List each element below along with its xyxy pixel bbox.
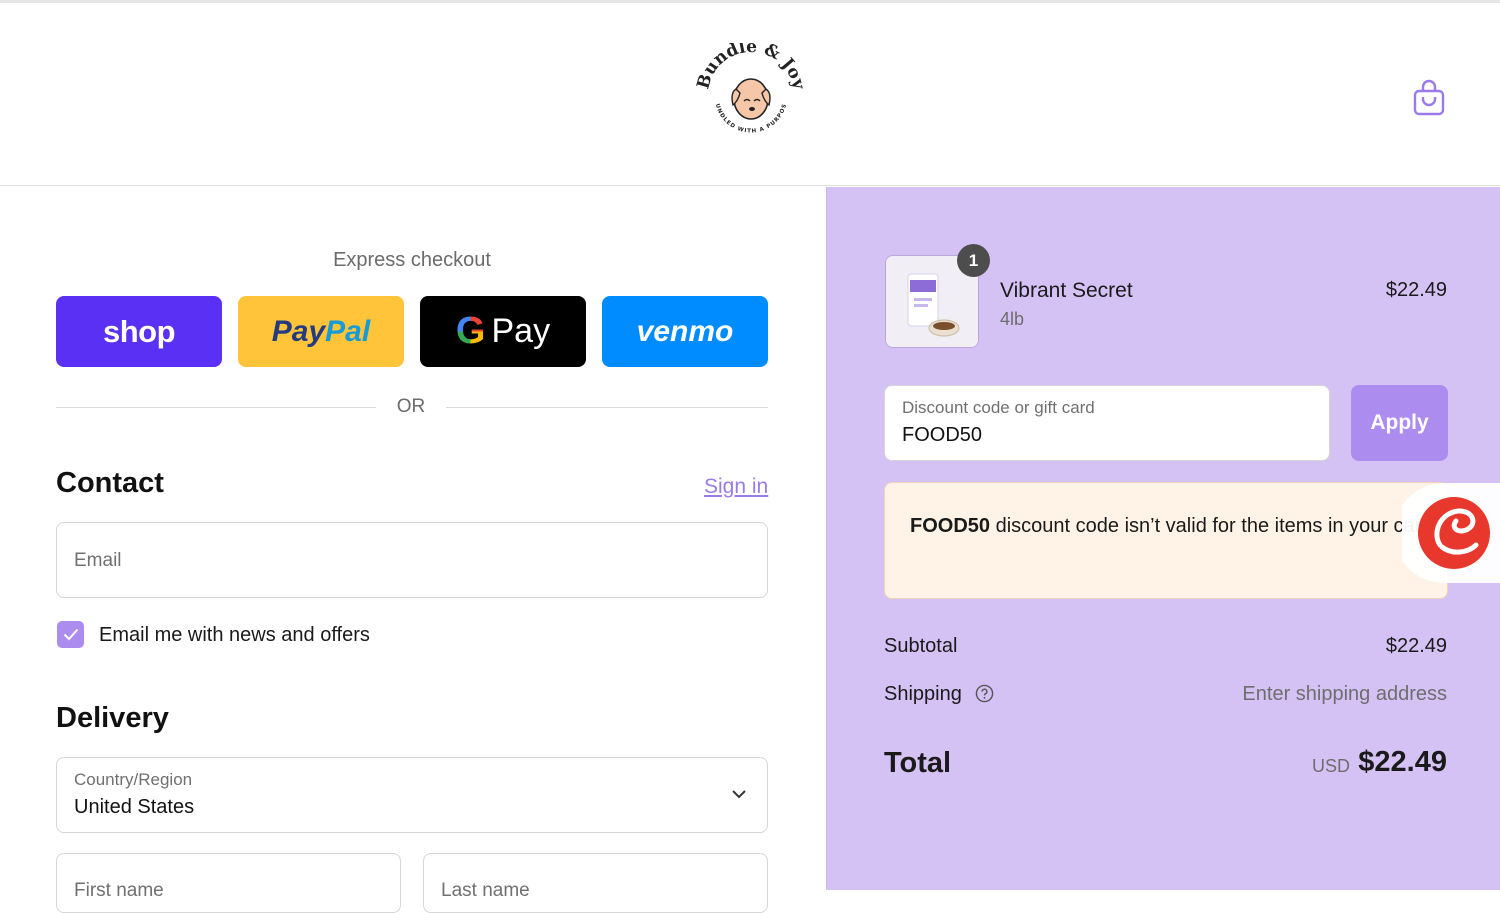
country-select[interactable]: Country/Region United States bbox=[56, 757, 768, 833]
checkmark-icon bbox=[63, 628, 78, 641]
newsletter-label: Email me with news and offers bbox=[99, 624, 370, 646]
product-variant: 4lb bbox=[1000, 309, 1025, 329]
help-circle-icon[interactable] bbox=[975, 684, 994, 703]
quantity-badge: 1 bbox=[957, 244, 990, 277]
contact-heading: Contact bbox=[56, 467, 164, 499]
last-name-field[interactable]: Last name bbox=[423, 853, 768, 913]
total-label: Total bbox=[884, 747, 952, 779]
error-code: FOOD50 bbox=[910, 515, 991, 537]
checkout-form: Express checkout shop Pay Pal G Pay venmo … bbox=[0, 187, 826, 913]
delivery-heading: Delivery bbox=[56, 702, 169, 734]
shipping-label: Shipping bbox=[884, 683, 962, 705]
divider-left bbox=[56, 407, 376, 408]
first-name-placeholder: First name bbox=[74, 880, 164, 901]
discount-label: Discount code or gift card bbox=[902, 398, 1095, 417]
google-g-icon: G bbox=[455, 310, 486, 352]
express-checkout-label: Express checkout bbox=[333, 249, 491, 271]
divider-right bbox=[446, 407, 768, 408]
country-label: Country/Region bbox=[74, 770, 193, 789]
discount-error-message: FOOD50 discount code isn’t valid for the… bbox=[884, 482, 1448, 599]
discount-code-field[interactable]: Discount code or gift card FOOD50 bbox=[884, 385, 1330, 461]
first-name-field[interactable]: First name bbox=[56, 853, 401, 913]
site-header: Bundle & Joy BUNDLED WITH A PURPOSE bbox=[0, 3, 1500, 186]
newsletter-checkbox[interactable] bbox=[57, 621, 84, 648]
product-price: $22.49 bbox=[1385, 279, 1447, 301]
total-value: $22.49 bbox=[1358, 746, 1447, 778]
chevron-down-icon bbox=[732, 790, 746, 799]
country-value: United States bbox=[74, 796, 195, 818]
last-name-placeholder: Last name bbox=[441, 880, 530, 901]
bundle-and-joy-logo[interactable]: Bundle & Joy BUNDLED WITH A PURPOSE bbox=[696, 43, 806, 147]
chat-widget-icon[interactable] bbox=[1402, 483, 1500, 583]
shopping-bag-icon[interactable] bbox=[1412, 79, 1446, 117]
shop-pay-button[interactable]: shop bbox=[56, 296, 222, 367]
discount-value: FOOD50 bbox=[902, 424, 983, 446]
paypal-button[interactable]: Pay Pal bbox=[238, 296, 404, 367]
venmo-button[interactable]: venmo bbox=[602, 296, 768, 367]
email-field[interactable]: Email bbox=[56, 522, 768, 598]
total-currency: USD bbox=[1311, 756, 1350, 776]
email-placeholder: Email bbox=[74, 550, 122, 571]
shipping-value: Enter shipping address bbox=[1242, 683, 1447, 705]
order-summary: 1 Vibrant Secret 4lb $22.49 Discount cod… bbox=[826, 187, 1500, 890]
subtotal-value: $22.49 bbox=[1385, 635, 1447, 657]
subtotal-label: Subtotal bbox=[884, 635, 958, 657]
google-pay-button[interactable]: G Pay bbox=[420, 296, 586, 367]
or-divider-text: OR bbox=[396, 396, 426, 417]
apply-discount-button[interactable]: Apply bbox=[1351, 385, 1448, 461]
shipping-row: Shipping bbox=[884, 683, 994, 706]
error-text: discount code isn’t valid for the items … bbox=[990, 515, 1427, 537]
product-name: Vibrant Secret bbox=[1000, 279, 1133, 302]
sign-in-link[interactable]: Sign in bbox=[704, 475, 768, 499]
